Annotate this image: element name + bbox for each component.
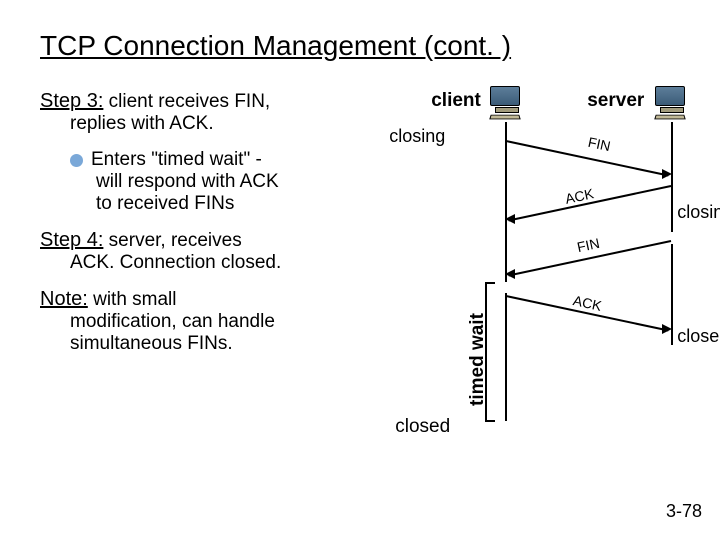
note-line1: with small — [88, 289, 177, 310]
state-closing-server: closing — [677, 202, 720, 223]
slide-content: Step 3: client receives FIN, replies wit… — [40, 90, 690, 450]
timed-wait-label: timed wait — [467, 313, 489, 406]
step3-line2: replies with ACK. — [70, 113, 345, 135]
msg-fin1: FIN — [587, 134, 612, 154]
client-lifeline — [505, 293, 507, 421]
note-line3: simultaneous FINs. — [70, 333, 345, 355]
state-closing-client: closing — [389, 126, 445, 147]
circle-bullet-icon — [70, 154, 83, 167]
step4-line2: ACK. Connection closed. — [70, 252, 345, 274]
step3-bullet1: Enters "timed wait" - — [91, 149, 262, 170]
step3-bullet3: to received FINs — [96, 193, 345, 215]
text-column: Step 3: client receives FIN, replies wit… — [40, 90, 345, 450]
step3-bullet2: will respond with ACK — [96, 171, 345, 193]
computer-icon — [490, 86, 524, 116]
step4-head: Step 4: — [40, 229, 103, 251]
server-label: server — [587, 90, 644, 112]
arrowhead-icon — [662, 169, 672, 179]
msg-fin2: FIN — [576, 235, 601, 255]
step4-line1: server, receives — [103, 230, 241, 251]
note-head: Note: — [40, 288, 88, 310]
sequence-diagram: client server closing FIN ACK closing FI… — [355, 90, 690, 450]
computer-icon — [655, 86, 689, 116]
note-line2: modification, can handle — [70, 311, 345, 333]
client-label: client — [431, 90, 481, 112]
arrowhead-icon — [505, 269, 515, 279]
step4-block: Step 4: server, receives ACK. Connection… — [40, 229, 345, 274]
note-block: Note: with small modification, can handl… — [40, 288, 345, 355]
step3-head: Step 3: — [40, 90, 103, 112]
state-closed-client: closed — [395, 416, 450, 438]
step3-block: Step 3: client receives FIN, replies wit… — [40, 90, 345, 215]
step3-bullet-line: Enters "timed wait" - — [96, 149, 345, 171]
step3-line1: client receives FIN, — [103, 91, 270, 112]
state-closed-server: closed — [677, 326, 720, 347]
page-number: 3-78 — [666, 501, 702, 522]
arrowhead-icon — [505, 214, 515, 224]
slide-title: TCP Connection Management (cont. ) — [40, 30, 690, 62]
arrowhead-icon — [662, 324, 672, 334]
client-lifeline — [505, 122, 507, 282]
